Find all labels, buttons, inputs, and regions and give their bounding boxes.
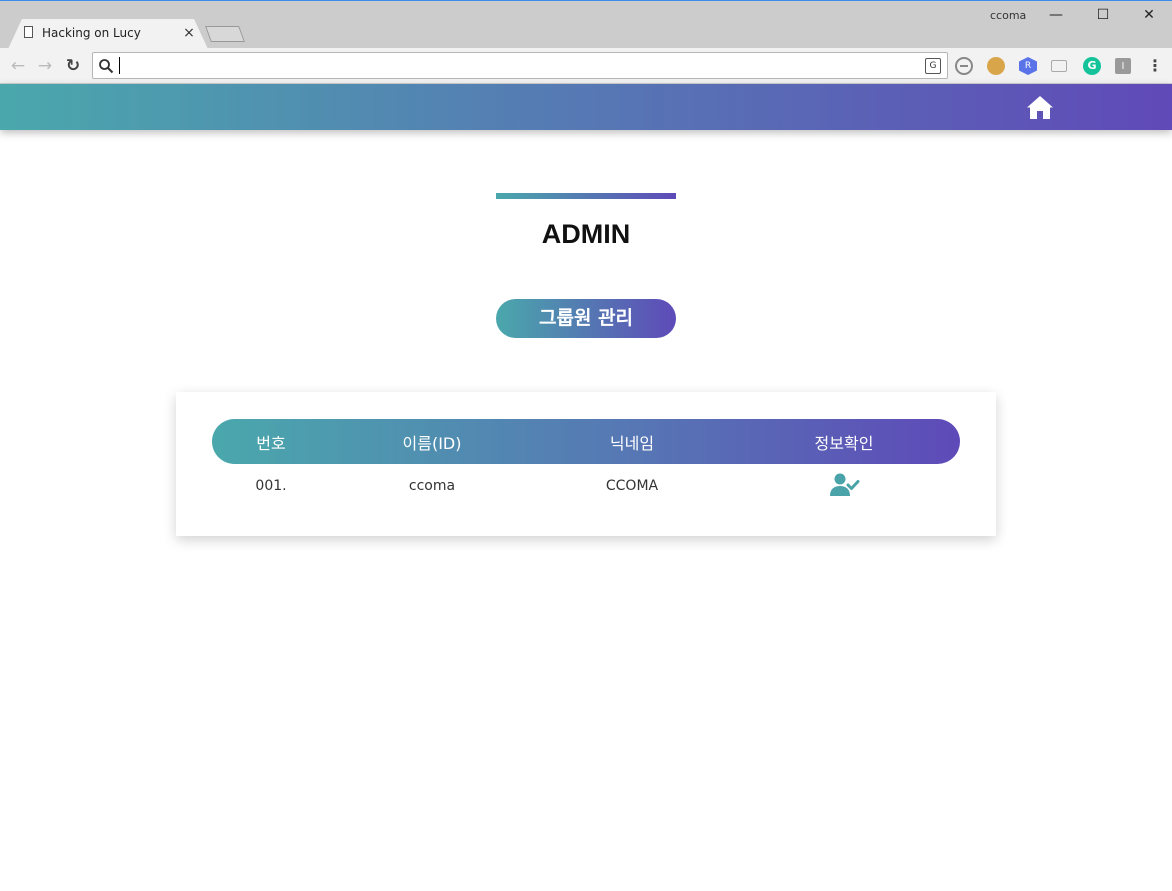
back-button[interactable]: ←: [7, 55, 29, 77]
address-bar[interactable]: [92, 52, 948, 79]
column-header-id: 이름(ID): [402, 434, 462, 453]
member-table-card: [176, 392, 996, 536]
new-tab-button[interactable]: [205, 26, 245, 42]
row-nickname: CCOMA: [605, 478, 659, 494]
profile-name[interactable]: ccoma: [990, 9, 1026, 22]
group-member-manage-button[interactable]: 그룹원 관리: [496, 299, 676, 338]
site-header: [0, 84, 1172, 130]
row-number: 001.: [255, 478, 287, 494]
row-id: ccoma: [408, 478, 456, 494]
search-icon: [99, 59, 114, 74]
cookie-extension-icon[interactable]: [987, 57, 1005, 75]
tab-close-button[interactable]: ×: [182, 23, 196, 43]
title-accent-bar: [496, 193, 676, 199]
grammarly-extension-icon[interactable]: G: [1083, 57, 1101, 75]
tab-title: Hacking on Lucy: [42, 26, 141, 40]
browser-menu-icon[interactable]: ⋮: [1146, 57, 1164, 75]
forward-button[interactable]: →: [34, 55, 56, 77]
i-extension-icon[interactable]: I: [1115, 58, 1131, 74]
minimize-button[interactable]: —: [1041, 4, 1071, 26]
text-caret: [119, 57, 120, 74]
page-title: ADMIN: [541, 219, 631, 249]
translate-icon[interactable]: G: [925, 58, 941, 74]
column-header-info: 정보확인: [814, 434, 874, 453]
user-check-icon[interactable]: [830, 473, 860, 497]
column-header-nickname: 닉네임: [609, 434, 655, 453]
home-icon[interactable]: [1026, 95, 1054, 120]
close-window-button[interactable]: ✕: [1134, 4, 1164, 26]
cast-extension-icon[interactable]: [1051, 60, 1067, 72]
maximize-button[interactable]: ☐: [1088, 4, 1118, 26]
page-icon: [24, 26, 33, 38]
reload-button[interactable]: ↻: [62, 55, 84, 77]
column-header-number: 번호: [256, 434, 286, 453]
block-extension-icon[interactable]: [955, 57, 973, 75]
